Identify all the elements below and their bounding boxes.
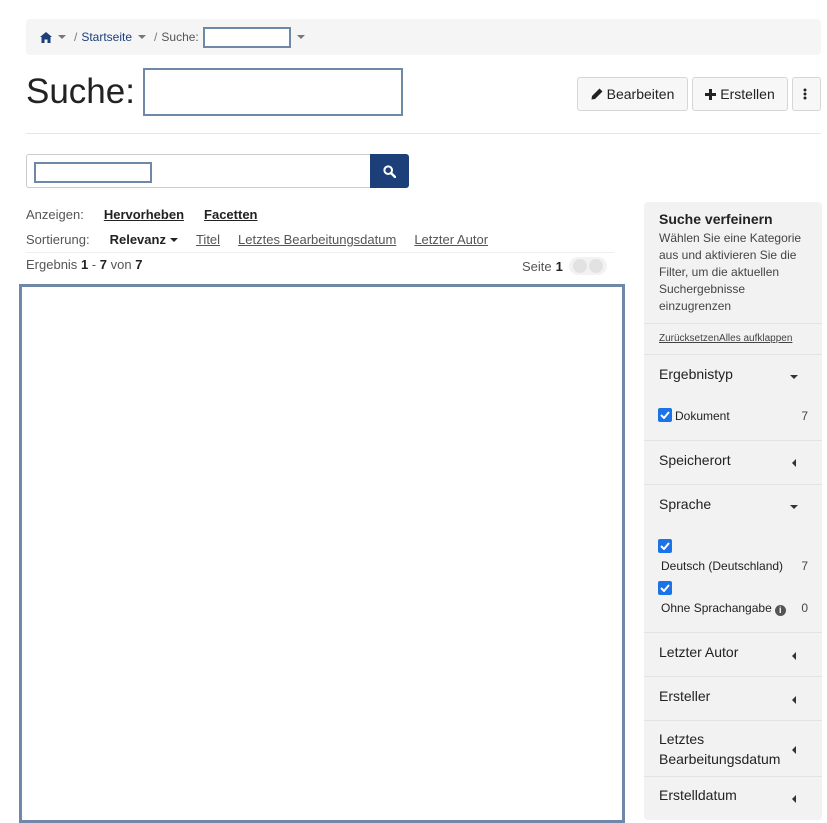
expand-all-link[interactable]: Alles aufklappen [719,333,792,344]
create-button[interactable]: Erstellen [692,77,788,111]
result-of: von [110,257,132,272]
check-icon [660,542,670,550]
checkbox-german[interactable] [658,539,672,553]
option-label: Ohne Sprachangabe [661,601,772,615]
option-count: 7 [801,559,808,573]
checkbox-no-language[interactable] [658,581,672,595]
vertical-dots-icon [803,88,806,100]
home-icon [40,31,52,43]
result-count: Ergebnis 1 - 7 von 7 [26,257,142,272]
page-number: 1 [555,258,563,274]
check-icon [660,411,670,419]
refine-links: ZurücksetzenAlles aufklappen [659,333,792,344]
home-dropdown-caret-icon[interactable] [58,35,66,39]
page-header: Suche: [26,68,403,116]
sort-last-author[interactable]: Letzter Autor [414,232,488,247]
option-count: 7 [801,409,808,423]
refine-panel: Suche verfeinern Wählen Sie eine Kategor… [644,202,822,820]
search-input[interactable] [26,154,371,188]
facet-title[interactable]: Letzter Autor [659,642,738,662]
search-query-redacted [34,162,152,183]
option-label: Deutsch (Deutschland) [661,559,784,573]
plus-icon [705,88,717,100]
startseite-dropdown-caret-icon[interactable] [138,35,147,39]
result-from: 1 [80,257,89,272]
display-label: Anzeigen: [26,207,84,222]
reset-link[interactable]: Zurücksetzen [659,333,719,344]
facet-title[interactable]: Letztes Bearbeitungsdatum [659,729,789,769]
display-option-facets[interactable]: Facetten [204,207,257,222]
facet-language: Sprache Deutsch (Deutschland) 7 Ohne Spr… [644,484,822,632]
breadcrumb-startseite[interactable]: Startseite [81,30,132,44]
facet-title[interactable]: Ergebnistyp [659,364,733,384]
breadcrumb-separator: / [154,30,158,44]
page-title-query-redacted [142,68,403,116]
edit-button-label: Bearbeiten [606,86,675,102]
facet-last-modified: Letztes Bearbeitungsdatum [644,720,822,776]
chevron-left-icon[interactable] [792,459,796,467]
sort-options: Sortierung: Relevanz Titel Letztes Bearb… [26,232,506,247]
chevron-down-icon[interactable] [790,505,798,509]
check-icon [660,584,670,592]
option-count: 0 [801,601,808,615]
facet-creator: Ersteller [644,676,822,720]
breadcrumb-search-query-redacted [202,26,291,48]
search-dropdown-caret-icon[interactable] [296,35,305,39]
facet-title[interactable]: Erstelldatum [659,785,737,805]
facet-last-author: Letzter Autor [644,632,822,676]
search-icon [383,164,396,178]
display-options: Anzeigen: Hervorheben Facetten [26,207,278,222]
sort-last-modified[interactable]: Letztes Bearbeitungsdatum [238,232,396,247]
facet-title[interactable]: Speicherort [659,450,731,470]
result-total: 7 [135,257,143,272]
sort-caret-icon [169,237,178,242]
home-link[interactable] [40,31,52,43]
divider [26,133,821,134]
facet-created: Erstelldatum [644,776,822,820]
pager-next-button[interactable] [588,259,603,273]
page-title: Suche: [26,72,135,111]
chevron-down-icon[interactable] [790,375,798,379]
facet-location: Speicherort [644,440,822,484]
refine-description: Wählen Sie eine Kategorie aus und aktivi… [659,231,802,313]
option-label-row: Ohne Sprachangabe i [661,601,786,616]
chevron-left-icon[interactable] [792,746,796,754]
refine-title: Suche verfeinern [659,211,773,227]
result-dash: - [91,257,97,272]
chevron-left-icon[interactable] [792,795,796,803]
create-button-label: Erstellen [720,86,775,102]
info-icon[interactable]: i [774,605,786,616]
divider [26,252,614,253]
chevron-left-icon[interactable] [792,652,796,660]
breadcrumb: / Startseite / Suche: [26,19,821,55]
refine-header: Suche verfeinern Wählen Sie eine Kategor… [644,202,822,324]
facet-result-type: Ergebnistyp Dokument 7 [644,354,822,440]
display-option-highlight[interactable]: Hervorheben [104,207,184,222]
sort-label: Sortierung: [26,232,90,247]
checkbox-document[interactable] [658,408,672,422]
page-label: Seite [522,258,552,274]
pagination: Seite 1 [522,257,607,275]
sort-active-label: Relevanz [109,232,166,247]
breadcrumb-search-label: Suche: [161,30,199,44]
result-prefix: Ergebnis [26,257,78,272]
option-label: Dokument [675,409,730,423]
results-area-redacted [19,284,625,823]
sort-relevance[interactable]: Relevanz [110,232,178,247]
breadcrumb-separator: / [74,30,78,44]
pager-controls [568,257,607,275]
pager-prev-button[interactable] [572,259,587,273]
search-button[interactable] [370,154,409,188]
sort-title[interactable]: Titel [196,232,220,247]
edit-button[interactable]: Bearbeiten [577,77,688,111]
result-to: 7 [99,257,107,272]
more-actions-button[interactable] [792,77,821,111]
facet-title[interactable]: Sprache [659,494,711,514]
facet-title[interactable]: Ersteller [659,686,710,706]
pencil-icon [591,88,603,100]
chevron-left-icon[interactable] [792,696,796,704]
